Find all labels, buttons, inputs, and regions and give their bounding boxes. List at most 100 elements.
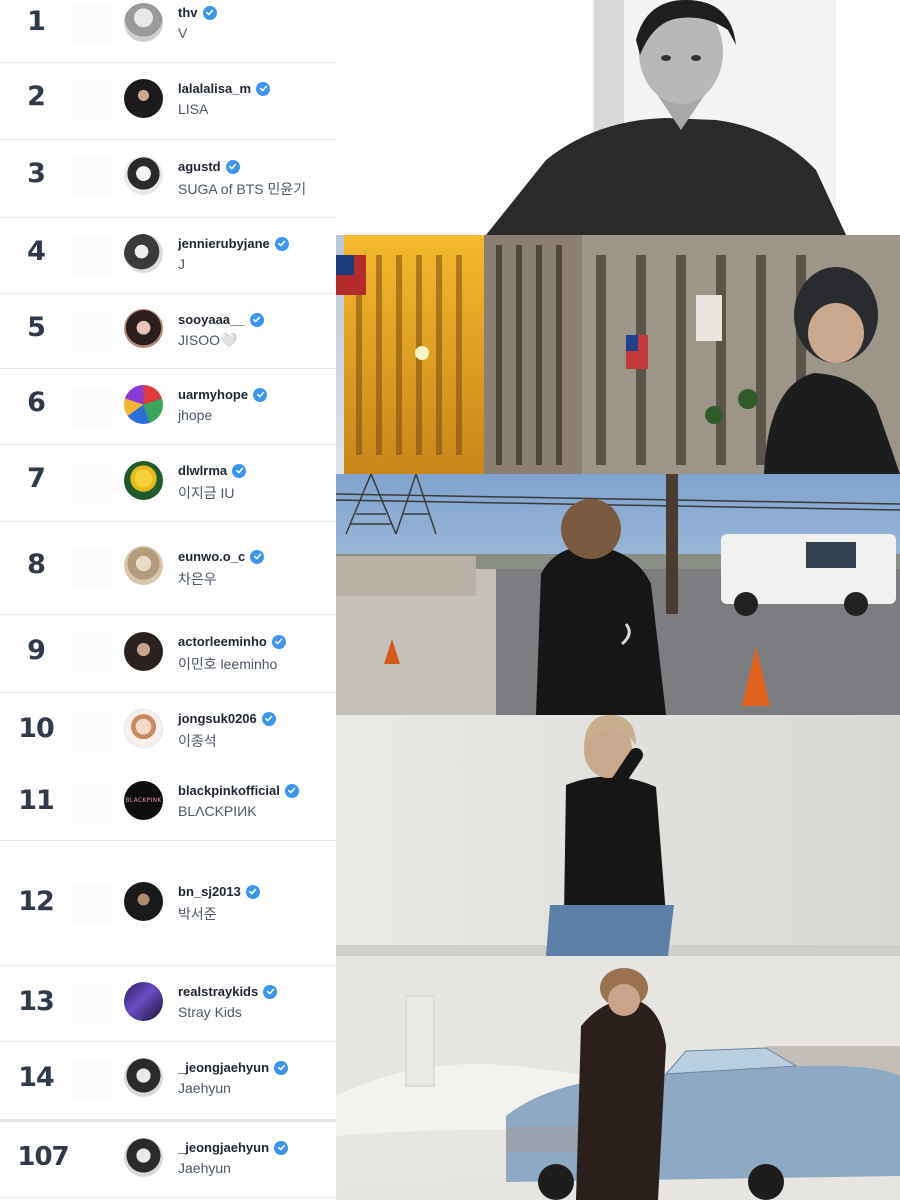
username[interactable]: dlwlrma: [178, 463, 227, 478]
list-item[interactable]: 3 agustd SUGA of BTS 민윤기: [0, 140, 336, 218]
username[interactable]: bn_sj2013: [178, 884, 241, 899]
thumbnail-placeholder: [72, 6, 112, 46]
verified-badge-icon: [271, 634, 286, 649]
rank-number: 11: [18, 785, 55, 816]
rank-number: 3: [27, 158, 46, 189]
list-item[interactable]: 8 eunwo.o_c 차은우: [0, 522, 336, 615]
verified-badge-icon: [256, 81, 270, 96]
display-name: 이민호 leeminho: [178, 656, 278, 672]
verified-badge-icon: [274, 1140, 289, 1155]
username[interactable]: thv: [178, 5, 198, 20]
username[interactable]: jongsuk0206: [178, 711, 257, 726]
avatar[interactable]: [124, 3, 163, 42]
thumbnail-placeholder: [72, 633, 112, 673]
verified-badge-icon: [274, 1060, 289, 1075]
rank-number: 6: [27, 387, 46, 418]
list-item[interactable]: 14 _jeongjaehyun Jaehyun: [0, 1042, 336, 1122]
avatar[interactable]: [124, 234, 163, 273]
list-item[interactable]: 107 _jeongjaehyun Jaehyun: [0, 1122, 336, 1198]
username[interactable]: agustd: [178, 159, 221, 174]
list-item[interactable]: 7 dlwlrma 이지금 IU: [0, 445, 336, 522]
verified-badge-icon: [202, 5, 217, 20]
list-item[interactable]: 10 jongsuk0206 이종석: [0, 693, 336, 765]
rank-number: 107: [17, 1142, 69, 1172]
avatar[interactable]: [124, 1138, 163, 1177]
display-name: BLΛCKPIИK: [178, 803, 257, 819]
bw-portrait-photo: [336, 0, 900, 235]
avatar[interactable]: [124, 982, 163, 1021]
list-item[interactable]: 6 uarmyhope jhope: [0, 369, 336, 445]
username[interactable]: blackpinkofficial: [178, 783, 280, 798]
avatar[interactable]: BLACKPINK: [124, 781, 163, 820]
avatar[interactable]: [124, 632, 163, 671]
blackpink-logo: BLACKPINK: [125, 797, 162, 804]
convertible-car-photo: [336, 956, 900, 1200]
rank-number: 10: [18, 713, 55, 744]
rank-number: 14: [18, 1062, 55, 1093]
rank-number: 13: [18, 986, 55, 1017]
verified-badge-icon: [249, 312, 264, 327]
rank-number: 2: [27, 81, 46, 112]
username[interactable]: jennierubyjane: [178, 236, 270, 251]
username[interactable]: lalalalisa_m: [178, 81, 251, 96]
avatar[interactable]: [124, 461, 163, 500]
display-name: jhope: [178, 407, 213, 423]
display-name: SUGA of BTS 민윤기: [178, 181, 307, 197]
rank-number: 12: [18, 886, 55, 917]
avatar[interactable]: [124, 546, 163, 585]
thumbnail-placeholder: [72, 158, 112, 198]
username[interactable]: sooyaaa__: [178, 312, 245, 327]
verified-badge-icon: [225, 159, 240, 174]
avatar[interactable]: [124, 709, 163, 748]
avatar[interactable]: [124, 309, 163, 348]
rank-number: 5: [27, 312, 46, 343]
rank-number: 8: [27, 549, 46, 580]
username[interactable]: realstraykids: [178, 984, 258, 999]
verified-badge-icon: [284, 783, 299, 798]
display-name: 박서준: [178, 906, 217, 922]
avatar[interactable]: [124, 156, 163, 195]
thumbnail-placeholder: [72, 312, 112, 352]
avatar[interactable]: [124, 1058, 163, 1097]
username[interactable]: _jeongjaehyun: [178, 1060, 269, 1075]
username[interactable]: uarmyhope: [178, 387, 248, 402]
rank-number: 7: [27, 463, 46, 494]
thumbnail-placeholder: [72, 884, 112, 924]
avatar[interactable]: [124, 882, 163, 921]
display-name: 이종석: [178, 733, 217, 749]
username[interactable]: eunwo.o_c: [178, 549, 245, 564]
list-item[interactable]: 2 lalalalisa_m LISA: [0, 63, 336, 140]
thumbnail-placeholder: [72, 1060, 112, 1100]
verified-badge-icon: [245, 884, 260, 899]
avatar[interactable]: [124, 79, 163, 118]
display-name: V: [178, 25, 188, 41]
username[interactable]: _jeongjaehyun: [178, 1140, 269, 1155]
rank-number: 4: [27, 236, 46, 267]
verified-badge-icon: [250, 549, 265, 564]
thumbnail-placeholder: [72, 387, 112, 427]
list-item[interactable]: 9 actorleeminho 이민호 leeminho: [0, 615, 336, 693]
username[interactable]: actorleeminho: [178, 634, 267, 649]
rank-number: 1: [27, 6, 46, 37]
list-item[interactable]: 12 bn_sj2013 박서준: [0, 841, 336, 966]
list-item[interactable]: 11 BLACKPINK blackpinkofficial BLΛCKPIИK: [0, 765, 336, 841]
list-item[interactable]: 4 jennierubyjane J: [0, 218, 336, 294]
list-item[interactable]: 13 realstraykids Stray Kids: [0, 966, 336, 1042]
thumbnail-placeholder: [72, 81, 112, 121]
photo-column: [336, 0, 900, 1200]
display-name: 이지금 IU: [178, 485, 235, 501]
thumbnail-placeholder: [72, 711, 112, 751]
display-name: Jaehyun: [178, 1160, 231, 1176]
verified-badge-icon: [261, 711, 276, 726]
thumbnail-placeholder: [72, 984, 112, 1024]
verified-badge-icon: [253, 387, 268, 402]
thumbnail-placeholder: [72, 463, 112, 503]
display-name: J: [178, 256, 185, 272]
list-item[interactable]: 1 thv V: [0, 0, 336, 63]
list-item[interactable]: 5 sooyaaa__ JISOO🤍: [0, 294, 336, 369]
display-name: Jaehyun: [178, 1080, 231, 1096]
wall-portrait-photo: [336, 715, 900, 956]
verified-badge-icon: [263, 984, 278, 999]
thumbnail-placeholder: [72, 783, 112, 823]
avatar[interactable]: [124, 385, 163, 424]
